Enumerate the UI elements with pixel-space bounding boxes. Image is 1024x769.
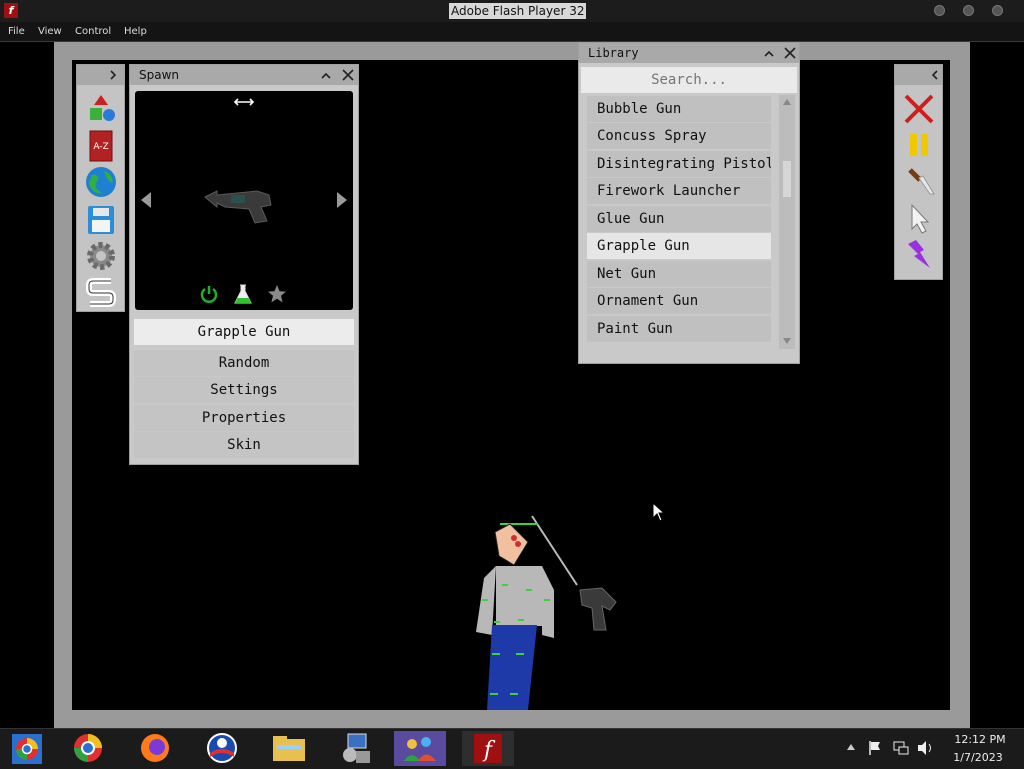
clock-time[interactable]: 12:12 PM: [950, 732, 1010, 747]
scrollbar-thumb[interactable]: [783, 161, 791, 197]
show-hidden-icons-icon[interactable]: [846, 743, 856, 751]
list-item[interactable]: Paint Gun: [587, 316, 771, 342]
knife-icon[interactable]: [902, 164, 936, 198]
menu-help[interactable]: Help: [124, 24, 147, 39]
power-icon[interactable]: [199, 284, 219, 304]
flip-horizontal-icon[interactable]: [233, 97, 255, 107]
library-scrollbar[interactable]: [779, 95, 795, 349]
menu-file[interactable]: File: [8, 24, 25, 39]
list-item[interactable]: Ornament Gun: [587, 288, 771, 314]
firefox-icon[interactable]: [129, 731, 181, 766]
flash-app-icon: f: [4, 3, 18, 18]
skin-button[interactable]: Skin: [134, 432, 354, 458]
flask-icon[interactable]: [233, 283, 253, 305]
shapes-icon[interactable]: [84, 93, 118, 127]
spawn-preview[interactable]: [135, 91, 353, 310]
minimize-button[interactable]: [934, 5, 945, 16]
star-icon[interactable]: [267, 284, 287, 304]
flag-icon[interactable]: [868, 740, 882, 756]
save-icon[interactable]: [84, 203, 118, 237]
svg-text:A-Z: A-Z: [93, 142, 108, 152]
menu-view[interactable]: View: [38, 24, 62, 39]
arrow-left-icon[interactable]: [139, 191, 153, 209]
chrome-frame-icon[interactable]: [2, 731, 54, 766]
close-button[interactable]: [992, 5, 1003, 16]
collapse-icon[interactable]: [763, 48, 775, 60]
grapple-gun-icon: [204, 190, 272, 224]
chrome-icon[interactable]: [62, 731, 114, 766]
lightning-icon[interactable]: [902, 238, 936, 272]
properties-button[interactable]: Properties: [134, 405, 354, 431]
volume-icon[interactable]: [917, 740, 935, 756]
close-icon[interactable]: [342, 69, 354, 81]
library-panel: Library Bubble Gun Concuss Spray Disinte…: [578, 42, 800, 364]
list-item[interactable]: Firework Launcher: [587, 178, 771, 204]
spawn-panel: Spawn Grapple Gun Random Settings Proper…: [129, 64, 359, 465]
list-item[interactable]: Concuss Spray: [587, 123, 771, 149]
right-toolbar: [894, 64, 943, 280]
chevron-right-icon[interactable]: [108, 70, 118, 80]
selected-item-label: Grapple Gun: [134, 319, 354, 345]
gear-icon[interactable]: [84, 239, 118, 273]
network-icon[interactable]: [893, 740, 909, 756]
scroll-up-icon[interactable]: [782, 98, 792, 106]
library-search-input[interactable]: [581, 67, 797, 93]
list-item-selected[interactable]: Grapple Gun: [587, 233, 771, 259]
ragdoll-scene[interactable]: [462, 510, 662, 710]
mouse-cursor-icon: [652, 502, 666, 522]
list-item[interactable]: Bubble Gun: [587, 96, 771, 122]
delete-x-icon[interactable]: [902, 92, 936, 126]
maximize-button[interactable]: [963, 5, 974, 16]
chevron-left-icon[interactable]: [930, 70, 940, 80]
random-button[interactable]: Random: [134, 350, 354, 376]
list-item[interactable]: Net Gun: [587, 261, 771, 287]
pause-icon[interactable]: [902, 128, 936, 162]
menu-control[interactable]: Control: [75, 24, 111, 39]
library-panel-title: Library: [588, 46, 639, 60]
s-logo-icon[interactable]: [84, 275, 118, 309]
settings-button[interactable]: Settings: [134, 377, 354, 403]
cursor-icon[interactable]: [902, 202, 936, 236]
globe-icon[interactable]: [84, 165, 118, 199]
collapse-icon[interactable]: [320, 70, 332, 82]
spawn-panel-title: Spawn: [139, 68, 180, 82]
left-toolbar: A-Z: [76, 64, 125, 312]
flash-player-icon[interactable]: f: [462, 731, 514, 766]
window-title: Adobe Flash Player 32: [449, 3, 587, 19]
clock-date[interactable]: 1/7/2023: [948, 750, 1008, 765]
list-item[interactable]: Glue Gun: [587, 206, 771, 232]
menu-bar: File View Control Help: [0, 22, 1024, 42]
users-icon[interactable]: [394, 731, 446, 766]
obama-logo-icon[interactable]: [196, 731, 248, 766]
close-icon[interactable]: [784, 47, 796, 59]
library-list: Bubble Gun Concuss Spray Disintegrating …: [579, 95, 799, 357]
arrow-right-icon[interactable]: [335, 191, 349, 209]
window-title-bar: f Adobe Flash Player 32: [0, 0, 1024, 22]
list-item[interactable]: Disintegrating Pistol: [587, 151, 771, 177]
scroll-down-icon[interactable]: [782, 337, 792, 345]
dictionary-icon[interactable]: A-Z: [84, 129, 118, 163]
network-settings-icon[interactable]: [330, 731, 382, 766]
file-explorer-icon[interactable]: [263, 731, 315, 766]
